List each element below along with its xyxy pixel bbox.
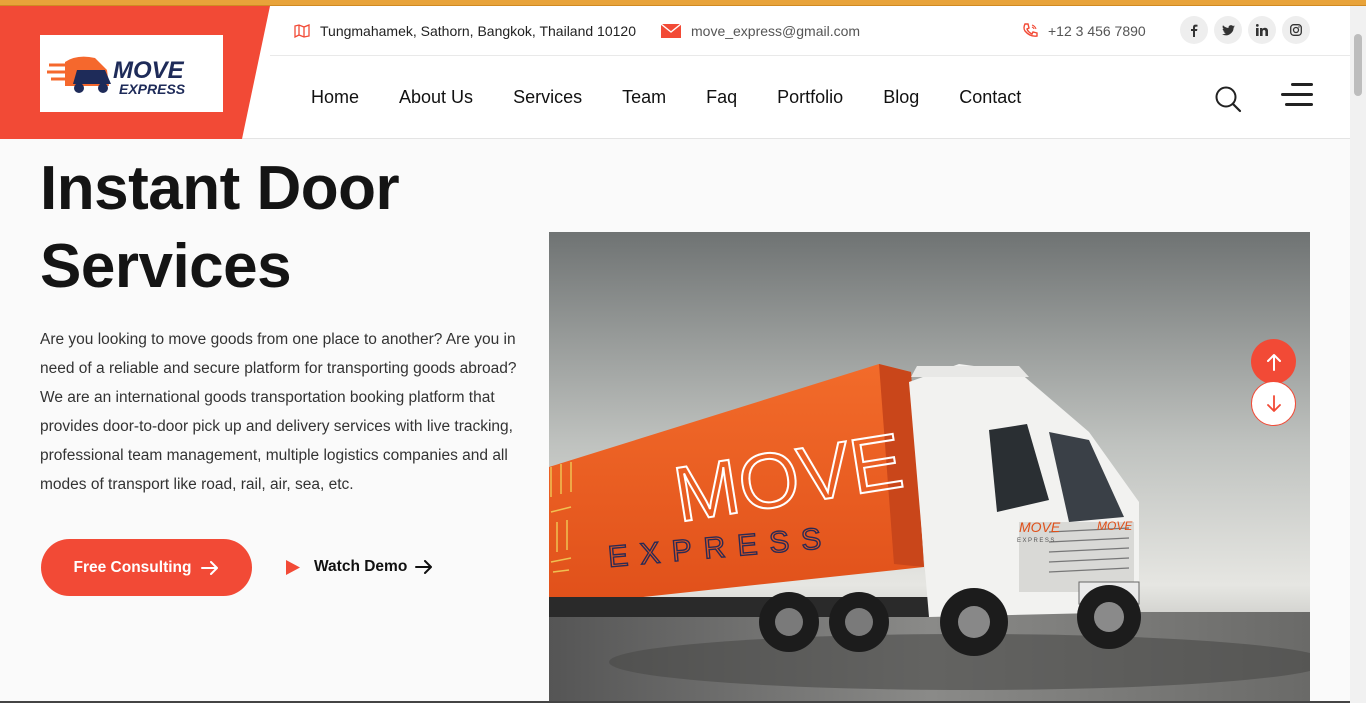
address-text: Tungmahamek, Sathorn, Bangkok, Thailand …	[320, 23, 636, 39]
search-icon[interactable]	[1214, 85, 1242, 118]
scroll-down-button[interactable]	[1251, 381, 1296, 426]
free-consulting-button[interactable]: Free Consulting	[41, 539, 252, 596]
hero-description: Are you looking to move goods from one p…	[40, 331, 517, 493]
instagram-icon[interactable]	[1282, 16, 1310, 44]
site-header: MOVE EXPRESS Tungmahamek, Sathorn, Bangk…	[0, 6, 1350, 139]
email-text: move_express@gmail.com	[691, 23, 861, 39]
nav-item-faq[interactable]: Faq	[706, 87, 737, 108]
nav-item-team[interactable]: Team	[622, 87, 666, 108]
free-consulting-label: Free Consulting	[73, 558, 192, 576]
arrow-down-icon	[1266, 394, 1282, 413]
email-info[interactable]: move_express@gmail.com	[661, 6, 860, 56]
linkedin-icon[interactable]	[1248, 16, 1276, 44]
address-info: Tungmahamek, Sathorn, Bangkok, Thailand …	[294, 6, 636, 56]
nav-item-home[interactable]: Home	[311, 87, 359, 108]
hero-title-line-1: Instant Door	[40, 154, 400, 223]
svg-text:MOVE: MOVE	[113, 57, 185, 84]
svg-text:EXPRESS: EXPRESS	[1017, 538, 1056, 544]
phone-info[interactable]: +12 3 456 7890	[1022, 6, 1146, 56]
twitter-icon[interactable]	[1214, 16, 1242, 44]
scrollbar-thumb[interactable]	[1354, 34, 1362, 96]
social-links	[1180, 16, 1310, 44]
arrow-up-icon	[1266, 353, 1282, 371]
main-nav: Home About Us Services Team Faq Portfoli…	[311, 56, 1021, 139]
hero-truck-image: MOVE EXPRESS MOVE EXPRESS MOVE	[549, 232, 1310, 703]
nav-item-portfolio[interactable]: Portfolio	[777, 87, 843, 108]
phone-text: +12 3 456 7890	[1048, 23, 1146, 39]
svg-text:MOVE: MOVE	[1097, 519, 1133, 533]
envelope-icon	[661, 24, 681, 38]
scroll-up-button[interactable]	[1251, 339, 1296, 384]
watch-demo-label: Watch Demo	[314, 558, 408, 575]
page-scrollbar[interactable]	[1350, 6, 1366, 703]
nav-item-blog[interactable]: Blog	[883, 87, 919, 108]
nav-item-contact[interactable]: Contact	[959, 87, 1021, 108]
logo-block: MOVE EXPRESS	[0, 6, 270, 139]
watch-demo-link[interactable]: Watch Demo	[285, 553, 433, 581]
nav-item-about-us[interactable]: About Us	[399, 87, 473, 108]
nav-item-services[interactable]: Services	[513, 87, 582, 108]
truck-logo-icon: MOVE EXPRESS	[46, 56, 186, 97]
contact-topbar: Tungmahamek, Sathorn, Bangkok, Thailand …	[270, 6, 1350, 56]
hamburger-menu-icon[interactable]	[1281, 83, 1313, 109]
play-icon	[285, 559, 300, 575]
site-logo[interactable]: MOVE EXPRESS	[40, 35, 223, 112]
hero-title: Instant Door Services	[40, 150, 400, 306]
map-icon	[294, 24, 310, 38]
phone-icon	[1022, 23, 1038, 39]
arrow-right-icon	[415, 560, 433, 574]
facebook-icon[interactable]	[1180, 16, 1208, 44]
arrow-right-icon	[201, 560, 219, 575]
svg-text:MOVE: MOVE	[1019, 519, 1061, 535]
hero-title-line-2: Services	[40, 232, 292, 301]
svg-text:EXPRESS: EXPRESS	[119, 81, 186, 97]
